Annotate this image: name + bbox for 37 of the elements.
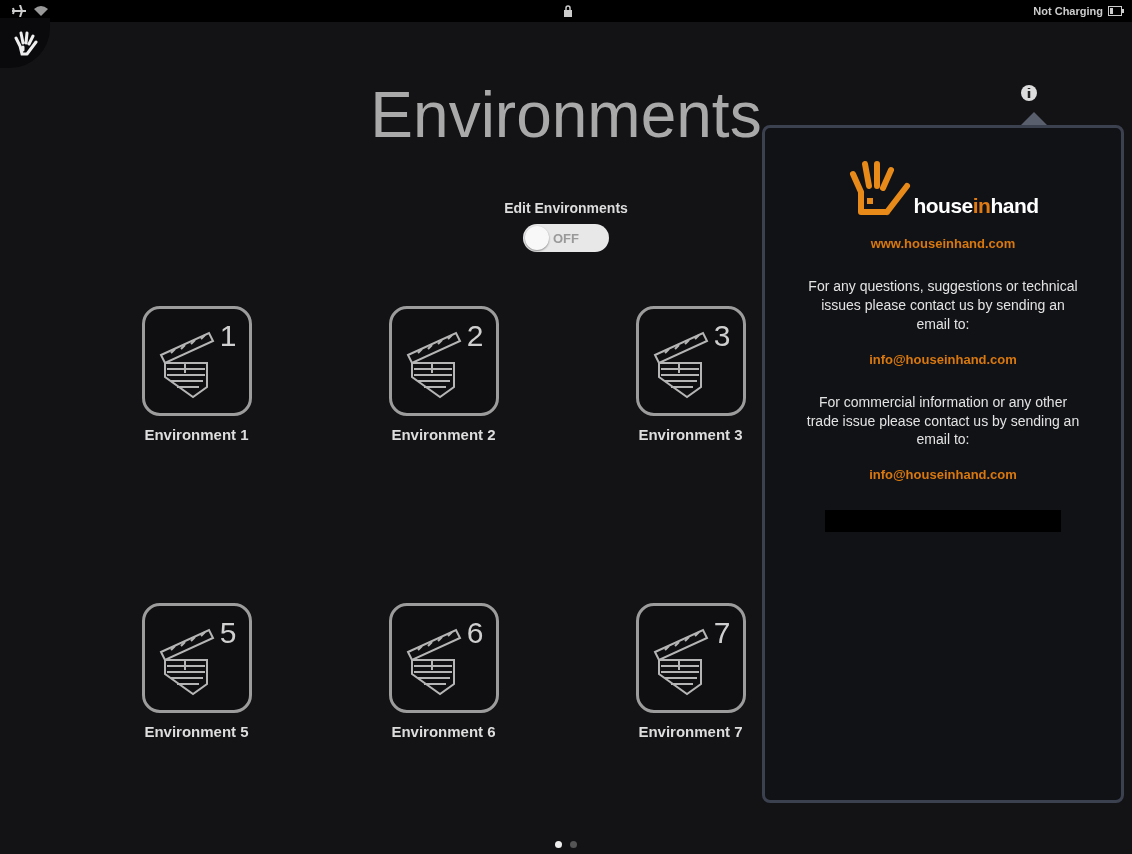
commercial-text: For commercial information or any other trade issue please contact us by sending an email to: xyxy=(805,392,1081,450)
toggle-label: Edit Environments xyxy=(504,200,628,217)
page-dot[interactable] xyxy=(555,841,562,848)
wifi-icon xyxy=(34,6,48,16)
environment-tile[interactable]: 1 xyxy=(141,306,252,417)
environment-name: Environment 6 xyxy=(391,723,496,741)
hand-icon xyxy=(12,30,38,56)
environment-name: Environment 5 xyxy=(144,723,249,741)
environment-name: Environment 7 xyxy=(638,723,743,741)
page-title: Environments xyxy=(370,80,762,151)
environment-tile[interactable]: 3 xyxy=(635,306,746,417)
environment-number: 6 xyxy=(466,616,484,651)
website-link[interactable]: www.houseinhand.com xyxy=(870,236,1016,251)
menu-button[interactable] xyxy=(0,18,50,68)
airplane-icon xyxy=(12,5,26,17)
lock-icon xyxy=(563,5,573,17)
environment-number: 2 xyxy=(466,319,484,354)
environment-tile[interactable]: 5 xyxy=(141,603,252,714)
environment-name: Environment 1 xyxy=(144,426,249,444)
environment-number: 3 xyxy=(713,319,731,354)
environment-name: Environment 2 xyxy=(391,426,496,444)
environment-name: Environment 3 xyxy=(638,426,743,444)
environment-tile[interactable]: 2 xyxy=(388,306,499,417)
environment-tile[interactable]: 6 xyxy=(388,603,499,714)
environment-number: 5 xyxy=(219,616,237,651)
info-icon[interactable] xyxy=(1020,84,1038,102)
commercial-email-link[interactable]: info@houseinhand.com xyxy=(869,467,1017,483)
environment-number: 7 xyxy=(713,616,731,651)
battery-icon xyxy=(1108,6,1124,16)
battery-status-text: Not Charging xyxy=(1033,5,1103,17)
support-email-link[interactable]: info@houseinhand.com xyxy=(869,351,1017,367)
environment-number: 1 xyxy=(219,319,237,354)
support-text: For any questions, suggestions or technical issues please contact us by sending an email to: xyxy=(807,277,1079,334)
logo-text: houseinhand xyxy=(913,194,1039,218)
hand-house-icon xyxy=(847,160,912,218)
page-dot[interactable] xyxy=(570,841,577,848)
environment-tile[interactable]: 7 xyxy=(635,603,746,714)
